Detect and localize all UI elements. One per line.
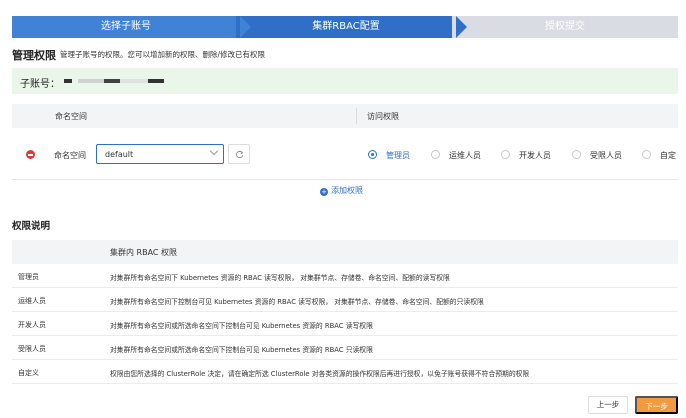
explain-table: 集群内 RBAC 权限 管理员 对集群所有命名空间下 Kubernetes 资源… — [12, 240, 678, 384]
table-row: 受限人员 对集群所有命名空间或所选命名空间下控制台可见 Kubernetes 资… — [12, 336, 678, 360]
namespace-select[interactable]: default — [96, 144, 224, 164]
desc-cell: 对集群所有命名空间或所选命名空间下控制台可见 Kubernetes 资源的 RB… — [110, 322, 373, 330]
role-radio-group: 管理员 运维人员 开发人员 受限人员 自定 — [368, 148, 678, 162]
wizard-steps: 选择子账号 集群RBAC配置 授权提交 — [0, 16, 686, 38]
radio-dot — [431, 150, 440, 159]
account-banner: 子账号： — [12, 68, 678, 94]
radio-dot — [368, 150, 377, 159]
radio-dot — [642, 150, 651, 159]
refresh-button[interactable] — [228, 144, 250, 164]
step-label: 选择子账号 — [101, 21, 151, 32]
table-row: 自定义 权限由您所选择的 ClusterRole 决定，请在确定所选 Clust… — [12, 360, 678, 384]
role-cell: 受限人员 — [18, 345, 46, 353]
column-divider — [356, 108, 357, 124]
desc-cell: 权限由您所选择的 ClusterRole 决定，请在确定所选 ClusterRo… — [110, 370, 530, 378]
radio-dot — [572, 150, 581, 159]
role-cell: 自定义 — [18, 369, 39, 377]
refresh-icon — [236, 150, 244, 159]
table-header: 集群内 RBAC 权限 — [12, 240, 678, 264]
radio-label: 管理员 — [386, 151, 410, 160]
plus-icon: + — [320, 188, 328, 196]
explain-title: 权限说明 — [12, 221, 51, 232]
step-label: 授权提交 — [545, 21, 585, 32]
column-rbac: 集群内 RBAC 权限 — [110, 248, 178, 257]
table-header: 命名空间 访问权限 — [12, 104, 678, 128]
table-row: 开发人员 对集群所有命名空间或所选命名空间下控制台可见 Kubernetes 资… — [12, 312, 678, 336]
next-button[interactable]: 下一步 — [635, 396, 678, 414]
radio-label: 自定 — [660, 151, 676, 160]
radio-label: 开发人员 — [519, 151, 551, 160]
step-select-account: 选择子账号 — [12, 16, 251, 38]
desc-cell: 对集群所有命名空间下控制台可见 Kubernetes 资源的 RBAC 读写权限… — [110, 298, 484, 306]
role-cell: 运维人员 — [18, 297, 46, 305]
namespace-label: 命名空间 — [54, 151, 86, 160]
role-cell: 管理员 — [18, 273, 39, 281]
radio-label: 运维人员 — [449, 151, 481, 160]
step-label: 集群RBAC配置 — [312, 21, 380, 32]
page-description: 管理子账号的权限。您可以增加新的权限、删除/修改已有权限 — [60, 50, 266, 59]
radio-dot — [501, 150, 510, 159]
role-cell: 开发人员 — [18, 321, 46, 329]
account-label: 子账号： — [20, 79, 60, 90]
chevron-down-icon — [209, 146, 219, 156]
add-permission-button[interactable]: + 添加权限 — [320, 185, 363, 196]
desc-cell: 对集群所有命名空间下 Kubernetes 资源的 RBAC 读写权限， 对集群… — [110, 274, 450, 282]
add-permission-label: 添加权限 — [331, 186, 363, 195]
column-namespace: 命名空间 — [55, 112, 87, 121]
column-access: 访问权限 — [367, 112, 399, 121]
step-rbac-config: 集群RBAC配置 — [236, 16, 467, 38]
table-row: 运维人员 对集群所有命名空间下控制台可见 Kubernetes 资源的 RBAC… — [12, 288, 678, 312]
radio-label: 受限人员 — [590, 151, 622, 160]
step-submit: 授权提交 — [452, 16, 678, 38]
redacted-account-name — [64, 79, 164, 83]
permissions-table: 命名空间 访问权限 命名空间 default 管理员 运维人员 开发人员 受限人… — [12, 104, 678, 180]
page-title: 管理权限 — [12, 49, 56, 62]
namespace-value: default — [105, 150, 134, 159]
desc-cell: 对集群所有命名空间或所选命名空间下控制台可见 Kubernetes 资源的 RB… — [110, 346, 373, 354]
table-row: 管理员 对集群所有命名空间下 Kubernetes 资源的 RBAC 读写权限，… — [12, 264, 678, 288]
prev-button[interactable]: 上一步 — [588, 396, 628, 414]
remove-permission-button[interactable] — [26, 150, 35, 159]
